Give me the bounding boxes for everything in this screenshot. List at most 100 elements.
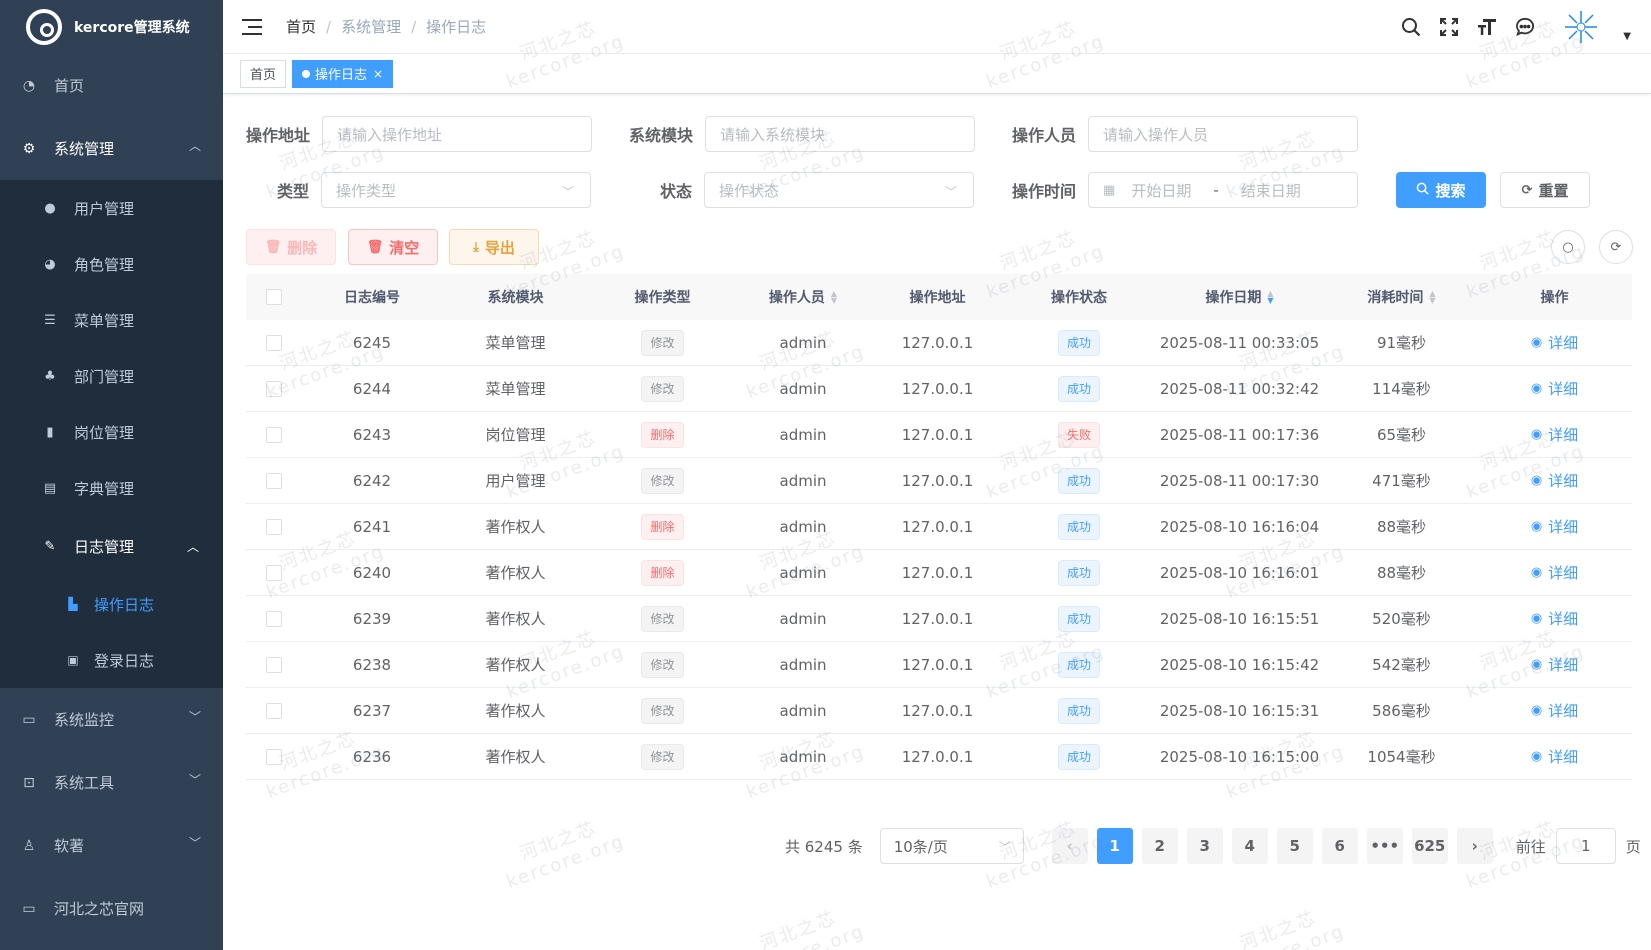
row-checkbox[interactable] [266,610,282,627]
status-select[interactable]: 操作状态 ﹀ [704,172,975,208]
module-name: 著作权人 [485,748,546,766]
search-icon[interactable] [1401,17,1421,37]
caret-down-icon[interactable]: ▼ [1623,31,1631,42]
page-number-button[interactable]: 6 [1321,828,1358,864]
addr-input[interactable]: 请输入操作地址 [322,116,593,152]
form-item-module: 系统模块 请输入系统模块 [629,116,976,152]
tool-icon: ⊡ [23,774,35,791]
sidebar-item-depts[interactable]: ♣ 部门管理 [0,348,223,404]
detail-button[interactable]: ◉ 详细 [1531,424,1578,445]
page-number-button[interactable]: 1 [1096,828,1133,864]
sidebar-item-system[interactable]: ⚙ 系统管理 ︿ [0,117,223,180]
sidebar-item-login-log[interactable]: ▣ 登录日志 [0,632,223,688]
detail-button[interactable]: ◉ 详细 [1531,378,1578,399]
sidebar-item-website[interactable]: ▭ 河北之芯官网 [0,877,223,940]
sidebar-item-tools[interactable]: ⊡ 系统工具 ﹀ [0,751,223,814]
sidebar-item-home[interactable]: ◔ 首页 [0,54,223,117]
row-checkbox[interactable] [266,564,282,581]
sort-caret-icon[interactable]: ▲ ▼ [1267,290,1273,305]
message-icon[interactable] [1515,17,1535,37]
page-number-button[interactable]: 3 [1186,828,1223,864]
oper-addr: 127.0.0.1 [901,471,974,490]
sidebar-item-posts[interactable]: ▮ 岗位管理 [0,404,223,460]
sort-caret-icon[interactable]: ▲ ▼ [831,290,837,305]
detail-button[interactable]: ◉ 详细 [1531,562,1578,583]
sidebar-item-users[interactable]: ● 用户管理 [0,180,223,236]
cell-status: 成功 [1005,651,1153,678]
header-cost[interactable]: 消耗时间 ▲ ▼ [1326,287,1477,307]
font-size-icon[interactable] [1477,17,1497,37]
detail-label: 详细 [1548,518,1579,536]
reset-button[interactable]: ⟳ 重置 [1500,172,1590,208]
tag-oper-log[interactable]: 操作日志 × [292,59,394,88]
close-icon[interactable]: × [373,67,383,81]
type-select[interactable]: 操作类型 ﹀ [321,172,592,208]
page-number-button[interactable]: 2 [1141,828,1178,864]
export-button[interactable]: ⤓ 导出 [449,229,539,265]
detail-button[interactable]: ◉ 详细 [1531,332,1578,353]
sidebar-item-dict[interactable]: ▤ 字典管理 [0,460,223,516]
detail-button[interactable]: ◉ 详细 [1531,608,1578,629]
date-range-picker[interactable]: ▦ 开始日期 - 结束日期 [1088,172,1359,208]
clear-button[interactable]: 🗑 清空 [348,229,438,265]
detail-button[interactable]: ◉ 详细 [1531,700,1578,721]
header-oper[interactable]: 操作人员 ▲ ▼ [736,287,870,307]
row-checkbox[interactable] [266,518,282,535]
header-date[interactable]: 操作日期 ▲ ▼ [1153,287,1326,307]
breadcrumb-home[interactable]: 首页 [286,16,316,37]
search-button[interactable]: 搜索 [1396,172,1486,208]
watermark-line: kercore.org [744,921,868,950]
delete-button[interactable]: 🗑 删除 [246,229,336,265]
page-number-button[interactable]: 4 [1231,828,1268,864]
sort-caret-icon[interactable]: ▲ ▼ [1429,290,1435,305]
oper-addr: 127.0.0.1 [901,701,974,720]
oper-name: admin [779,655,827,674]
row-checkbox[interactable] [266,426,282,443]
select-all-checkbox[interactable] [266,289,282,305]
sidebar-item-monitor[interactable]: ▭ 系统监控 ﹀ [0,688,223,751]
addr-label: 操作地址 [246,126,311,145]
page-number-button[interactable]: 625 [1411,828,1448,864]
refresh-button[interactable]: ⟳ [1599,230,1633,264]
sidebar-item-menus[interactable]: ☰ 菜单管理 [0,292,223,348]
fullscreen-icon[interactable] [1439,17,1459,37]
page-size-select[interactable]: 10条/页 ﹀ [879,828,1024,864]
delete-button-label: 删除 [287,238,318,257]
next-page-button[interactable]: › [1456,828,1493,864]
prev-page-button[interactable]: ‹ [1051,828,1088,864]
oper-input[interactable]: 请输入操作人员 [1088,116,1359,152]
row-checkbox[interactable] [266,334,282,351]
log-id: 6242 [352,471,392,490]
row-checkbox[interactable] [266,472,282,489]
sidebar-item-oper-log[interactable]: ▙ 操作日志 [0,576,223,632]
row-checkbox[interactable] [266,748,282,765]
avatar[interactable] [1561,7,1602,47]
sidebar-item-software[interactable]: ♙ 软著 ﹀ [0,814,223,877]
detail-button[interactable]: ◉ 详细 [1531,746,1578,767]
page-number-button[interactable]: 5 [1276,828,1313,864]
table-row: 6243 岗位管理 删除 admin 127.0.0.1 失败 2025-08-11 00:… [246,412,1632,458]
hamburger-icon[interactable] [242,18,262,35]
sidebar-item-log[interactable]: ✎ 日志管理 ︿ [0,516,223,576]
app-logo[interactable]: kercore管理系统 [0,0,223,54]
detail-button[interactable]: ◉ 详细 [1531,654,1578,675]
module-name: 岗位管理 [485,426,546,444]
cell-addr: 127.0.0.1 [870,610,1005,628]
detail-button[interactable]: ◉ 详细 [1531,470,1578,491]
row-checkbox[interactable] [266,380,282,397]
more-pages-button[interactable]: ••• [1366,828,1403,864]
row-checkbox[interactable] [266,656,282,673]
status-tag: 成功 [1057,651,1100,678]
start-date-placeholder[interactable]: 开始日期 [1131,180,1191,201]
row-checkbox[interactable] [266,702,282,719]
table-row: 6241 著作权人 删除 admin 127.0.0.1 成功 2025-08-10 16:… [246,504,1632,550]
cell-type: 修改 [589,467,736,494]
tag-home[interactable]: 首页 [240,59,287,88]
goto-page-input[interactable]: 1 [1555,828,1616,864]
sidebar-item-roles[interactable]: ◕ 角色管理 [0,236,223,292]
cell-actions: ◉ 详细 [1477,746,1632,767]
toggle-search-button[interactable]: ○ [1551,230,1585,264]
end-date-placeholder[interactable]: 结束日期 [1241,180,1301,201]
detail-button[interactable]: ◉ 详细 [1531,516,1578,537]
module-input[interactable]: 请输入系统模块 [705,116,976,152]
